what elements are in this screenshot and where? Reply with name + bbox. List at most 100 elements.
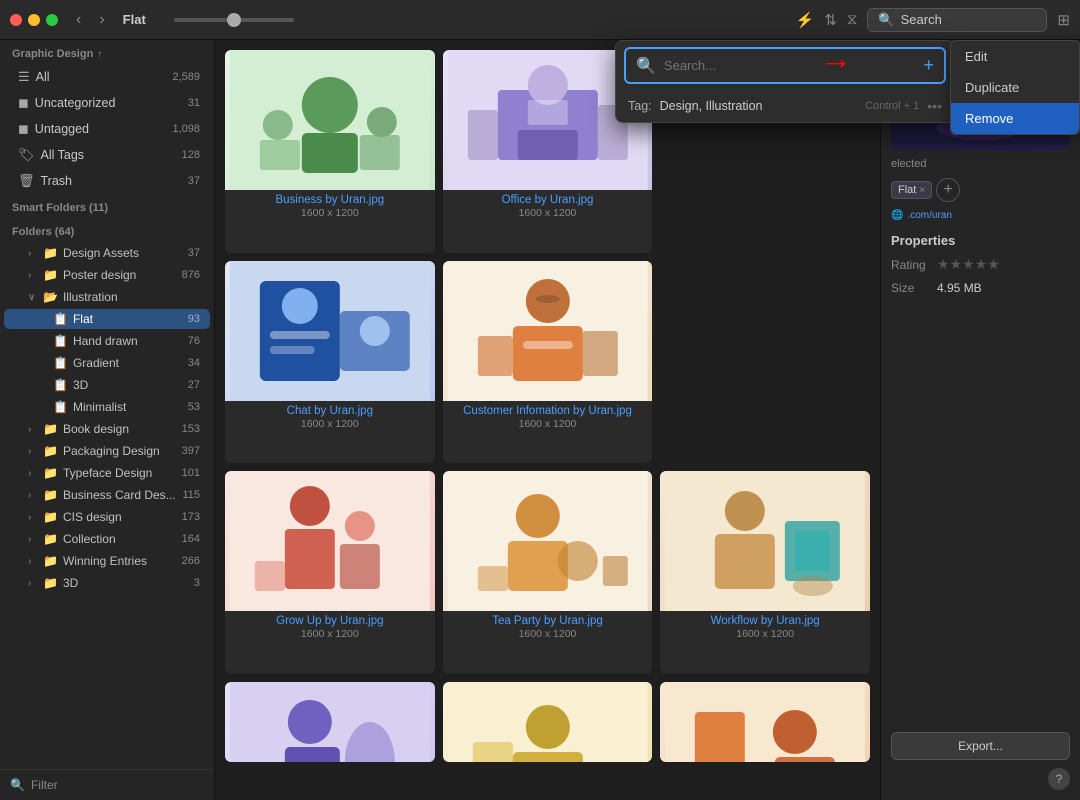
sidebar-item-all-tags[interactable]: 🏷 All Tags 128 — [4, 143, 210, 167]
folder-typeface-icon: 📁 — [43, 466, 58, 480]
tag-chip-flat[interactable]: Flat × — [891, 181, 932, 199]
sidebar-item-all[interactable]: ☰ All 2,589 — [4, 65, 210, 89]
sidebar-item-3d-2[interactable]: › 📁 3D 3 — [4, 573, 210, 593]
image-card-0[interactable]: Business by Uran.jpg 1600 x 1200 — [225, 50, 435, 253]
folder-business-card-count: 115 — [182, 489, 200, 501]
image-card-2[interactable]: Chat by Uran.jpg 1600 x 1200 — [225, 261, 435, 464]
graphic-design-label: Graphic Design — [12, 48, 93, 60]
sidebar-item-uncategorized[interactable]: ◼ Uncategorized 31 — [4, 91, 210, 115]
sidebar-item-business-card[interactable]: › 📁 Business Card Des... 115 — [4, 485, 210, 505]
tag-flat-remove[interactable]: × — [919, 185, 925, 196]
sort-section-icon[interactable]: ↑ — [97, 49, 102, 60]
uncategorized-count: 31 — [188, 97, 200, 109]
image-card-placeholder2 — [660, 261, 870, 464]
image-size-4: 1600 x 1200 — [225, 628, 435, 645]
sidebar-item-untagged[interactable]: ◼ Untagged 1,098 — [4, 117, 210, 141]
folder-book-count: 153 — [182, 423, 200, 435]
folder-minimalist-label: Minimalist — [73, 400, 183, 414]
sidebar-item-hand-drawn[interactable]: 📋 Hand drawn 76 — [4, 331, 210, 351]
zoom-slider[interactable] — [174, 18, 294, 22]
image-card-5[interactable]: Tea Party by Uran.jpg 1600 x 1200 — [443, 471, 653, 674]
folder-collection-label: Collection — [63, 532, 177, 546]
chevron-packaging: › — [28, 446, 38, 457]
smart-folders-label: Smart Folders (11) — [12, 202, 108, 214]
trash-count: 37 — [188, 175, 200, 187]
right-url[interactable]: 🌐 .com/uran — [891, 210, 1070, 221]
folder-minimalist-icon: 📋 — [53, 400, 68, 414]
untagged-count: 1,098 — [172, 123, 200, 135]
export-button[interactable]: Export... — [891, 732, 1070, 760]
folder-collection-count: 164 — [182, 533, 200, 545]
chevron-3d-2: › — [28, 578, 38, 589]
image-thumb-5 — [443, 471, 653, 611]
chevron-book: › — [28, 424, 38, 435]
folder-poster-icon: 📁 — [43, 268, 58, 282]
sidebar-section-header: Graphic Design ↑ — [0, 40, 214, 64]
sidebar-item-poster-design[interactable]: › 📁 Poster design 876 — [4, 265, 210, 285]
image-card-8[interactable] — [443, 682, 653, 762]
sidebar-item-book-design[interactable]: › 📁 Book design 153 — [4, 419, 210, 439]
image-card-6[interactable]: Workflow by Uran.jpg 1600 x 1200 — [660, 471, 870, 674]
uncategorized-label: Uncategorized — [35, 96, 182, 110]
sidebar-filter[interactable]: 🔍 Filter — [0, 769, 214, 800]
image-card-1[interactable]: Office by Uran.jpg 1600 x 1200 — [443, 50, 653, 253]
close-button[interactable] — [10, 14, 22, 26]
sidebar-item-trash[interactable]: 🗑 Trash 37 — [4, 169, 210, 193]
tag-flat-label: Flat — [898, 184, 916, 196]
sidebar-item-winning[interactable]: › 📁 Winning Entries 266 — [4, 551, 210, 571]
image-thumb-8 — [443, 682, 653, 762]
sidebar-item-flat[interactable]: 📋 Flat 93 — [4, 309, 210, 329]
rating-stars[interactable]: ★★★★★ — [937, 256, 1000, 273]
folder-winning-count: 266 — [182, 555, 200, 567]
image-card-3[interactable]: Customer Infomation by Uran.jpg 1600 x 1… — [443, 261, 653, 464]
filter-label: Filter — [31, 778, 58, 792]
filter-icon[interactable]: ⧖ — [847, 11, 858, 28]
sidebar-item-design-assets[interactable]: › 📁 Design Assets 37 — [4, 243, 210, 263]
size-row: Size 4.95 MB — [891, 281, 1070, 295]
image-size-2: 1600 x 1200 — [225, 418, 435, 435]
rating-row: Rating ★★★★★ — [891, 256, 1070, 273]
image-card-9[interactable] — [660, 682, 870, 762]
chevron-poster: › — [28, 270, 38, 281]
untagged-label: Untagged — [35, 122, 167, 136]
add-tag-button[interactable]: + — [936, 178, 960, 202]
search-bar-top[interactable]: 🔍 Search — [867, 8, 1047, 32]
image-label-6: Workflow by Uran.jpg — [660, 611, 870, 628]
image-label-1: Office by Uran.jpg — [443, 190, 653, 207]
sidebar-item-typeface[interactable]: › 📁 Typeface Design 101 — [4, 463, 210, 483]
chevron-illustration: ∨ — [28, 292, 38, 303]
image-card-7[interactable] — [225, 682, 435, 762]
trash-label: Trash — [41, 174, 182, 188]
image-card-4[interactable]: Grow Up by Uran.jpg 1600 x 1200 — [225, 471, 435, 674]
folder-business-card-label: Business Card Des... — [63, 488, 178, 502]
image-thumb-7 — [225, 682, 435, 762]
sidebar-item-illustration[interactable]: ∨ 📂 Illustration — [4, 287, 210, 307]
folder-typeface-label: Typeface Design — [63, 466, 177, 480]
uncategorized-icon: ◼ — [18, 95, 29, 111]
nav-forward[interactable]: › — [99, 11, 104, 29]
sidebar-item-packaging[interactable]: › 📁 Packaging Design 397 — [4, 441, 210, 461]
sidebar-item-minimalist[interactable]: 📋 Minimalist 53 — [4, 397, 210, 417]
bolt-icon[interactable]: ⚡ — [796, 11, 815, 29]
folder-hand-drawn-label: Hand drawn — [73, 334, 183, 348]
sidebar-item-collection[interactable]: › 📁 Collection 164 — [4, 529, 210, 549]
help-button[interactable]: ? — [1048, 768, 1070, 790]
image-size-6: 1600 x 1200 — [660, 628, 870, 645]
maximize-button[interactable] — [46, 14, 58, 26]
image-grid: Business by Uran.jpg 1600 x 1200 Offic — [215, 40, 880, 800]
folder-3d-2-icon: 📁 — [43, 576, 58, 590]
sidebar-toggle-icon[interactable]: ⊞ — [1057, 11, 1070, 29]
sidebar-item-gradient[interactable]: 📋 Gradient 34 — [4, 353, 210, 373]
nav-back[interactable]: ‹ — [76, 11, 81, 29]
sidebar-item-3d[interactable]: 📋 3D 27 — [4, 375, 210, 395]
sidebar-item-cis[interactable]: › 📁 CIS design 173 — [4, 507, 210, 527]
minimize-button[interactable] — [28, 14, 40, 26]
url-text: .com/uran — [907, 210, 951, 221]
sort-icon[interactable]: ⇅ — [824, 11, 837, 29]
properties-header: Properties — [891, 233, 1070, 248]
folder-cis-count: 173 — [182, 511, 200, 523]
tag-row: Flat × + — [891, 178, 1070, 202]
image-thumb-6 — [660, 471, 870, 611]
size-value: 4.95 MB — [937, 281, 982, 295]
image-thumb-4 — [225, 471, 435, 611]
